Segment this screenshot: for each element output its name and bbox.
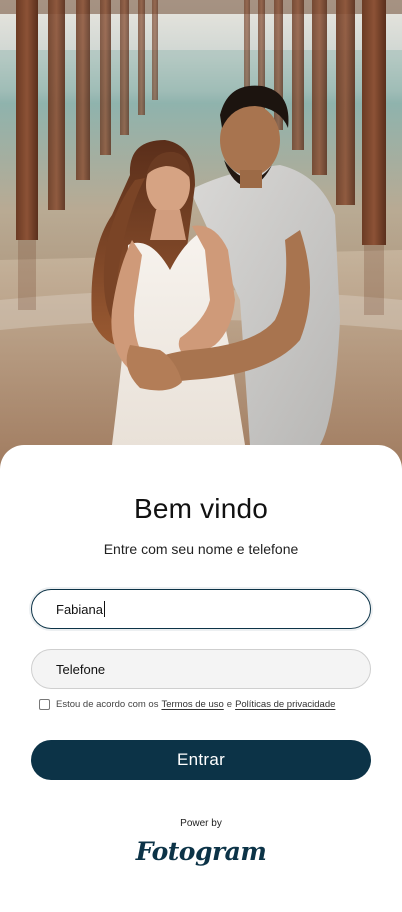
name-input-value: Fabiana [56, 601, 103, 617]
consent-text: Estou de acordo com os [56, 699, 159, 710]
text-cursor [103, 601, 105, 617]
consent-row: Estou de acordo com os Termos de uso e P… [39, 699, 335, 710]
fotogram-logo: Fotogram [135, 837, 267, 866]
phone-input-placeholder: Telefone [56, 661, 106, 677]
login-sheet: Bem vindo Entre com seu nome e telefone … [0, 445, 402, 912]
page-title: Bem vindo [133, 493, 269, 524]
submit-button[interactable]: Entrar [31, 740, 371, 780]
terms-link[interactable]: Termos de uso [161, 699, 223, 710]
powered-by-label: Power by [180, 818, 222, 829]
hero-photo [0, 0, 402, 470]
name-input[interactable]: Fabiana [31, 589, 371, 629]
couple-under-pier-image [0, 0, 402, 470]
privacy-link[interactable]: Políticas de privacidade [235, 699, 335, 710]
page-subtitle: Entre com seu nome e telefone [103, 541, 299, 557]
phone-input[interactable]: Telefone [31, 649, 371, 689]
consent-joiner: e [226, 699, 233, 710]
consent-checkbox[interactable] [39, 699, 50, 710]
